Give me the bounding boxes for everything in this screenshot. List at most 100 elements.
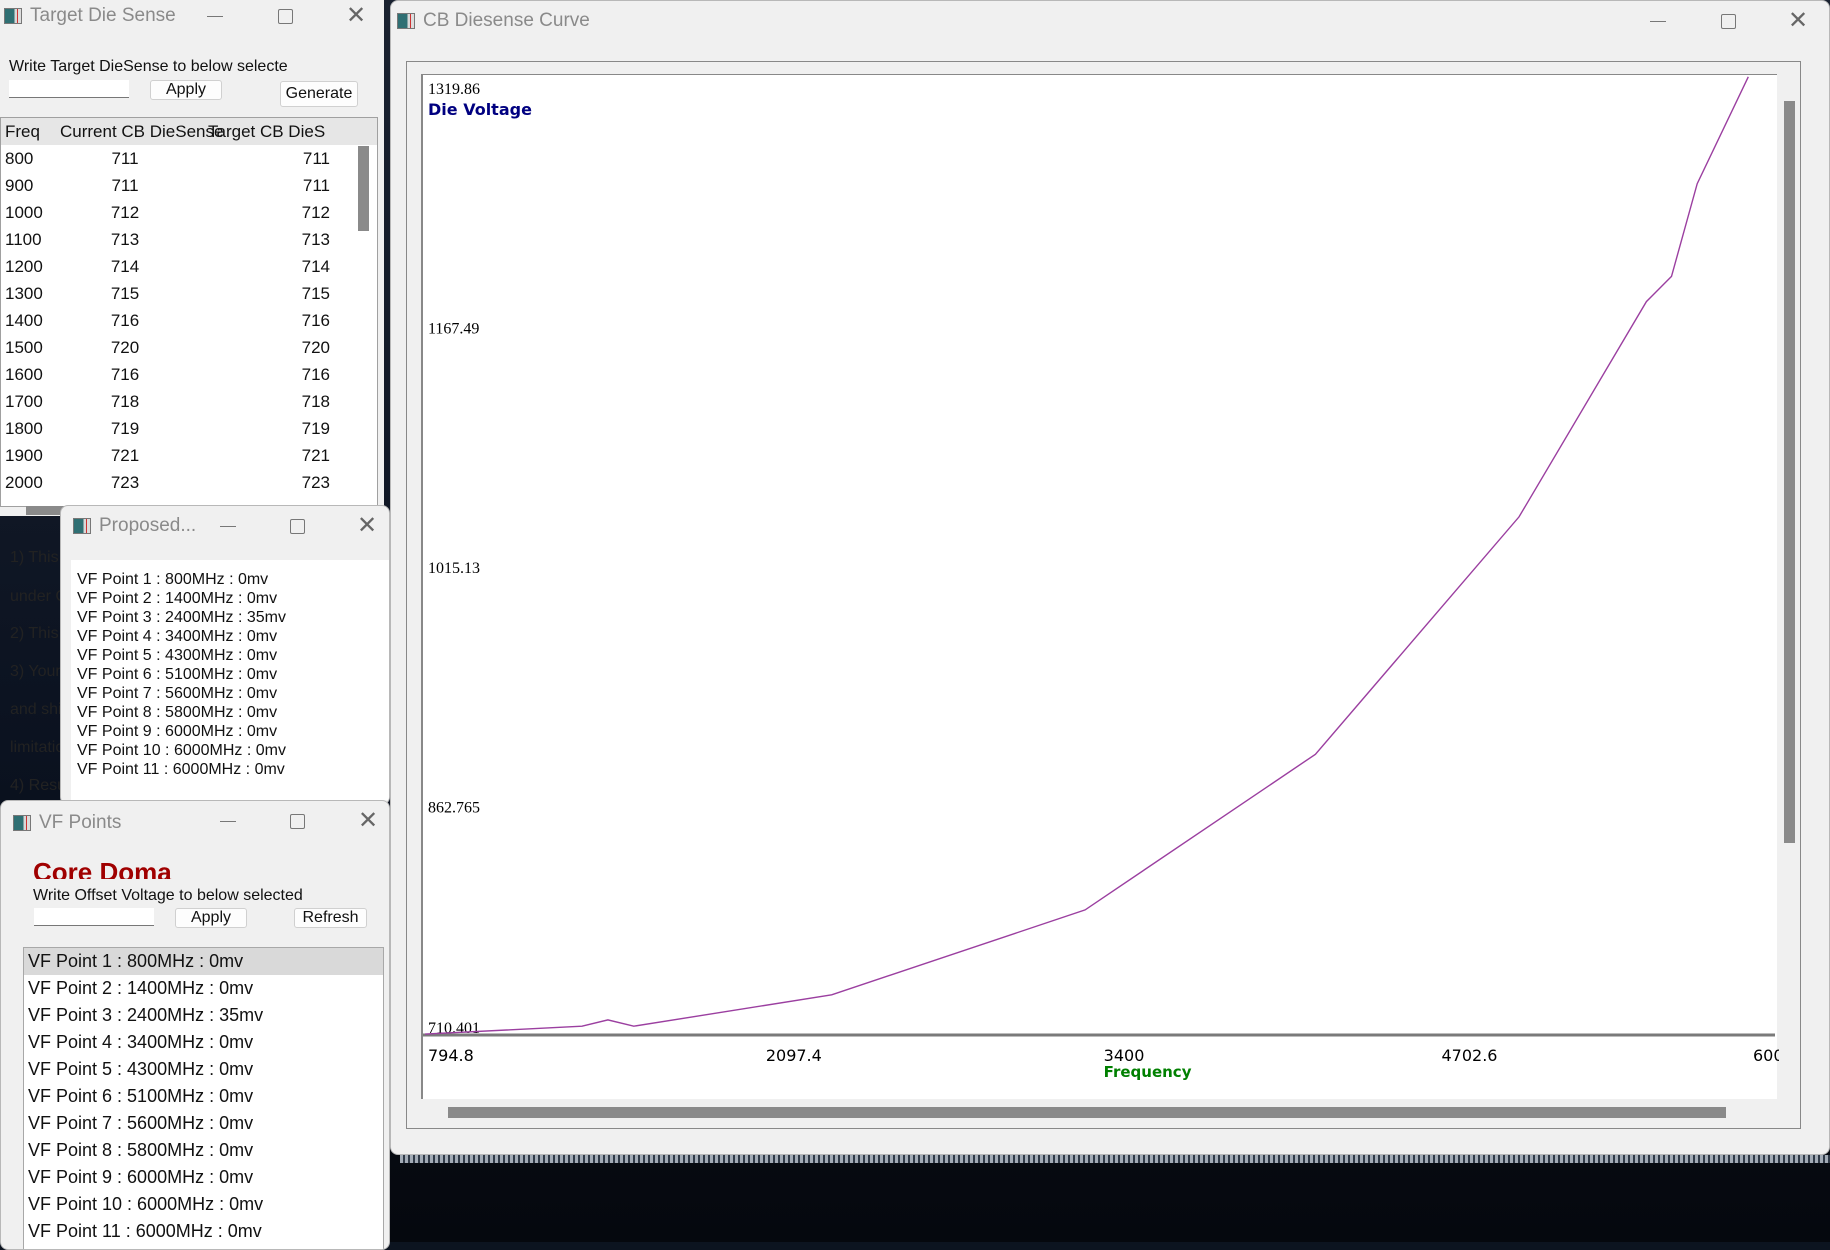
window-title: VF Points	[39, 812, 121, 834]
maximize-icon[interactable]	[1714, 7, 1742, 35]
table-row[interactable]: 900711711	[1, 172, 377, 199]
chart-svg: 1319.861167.491015.13862.765710.401Die V…	[423, 75, 1779, 1100]
app-icon	[4, 8, 22, 24]
list-item[interactable]: VF Point 5 : 4300MHz : 0mv	[24, 1056, 383, 1083]
column-header[interactable]: Freq	[1, 122, 60, 142]
column-header[interactable]: Target CB DieS	[190, 122, 340, 142]
table-cell: 800	[1, 149, 60, 169]
list-item[interactable]: VF Point 6 : 5100MHz : 0mv	[24, 1083, 383, 1110]
list-item: VF Point 4 : 3400MHz : 0mv	[71, 627, 390, 646]
x-tick-label: 2097.4	[766, 1046, 822, 1065]
note-line: 2) This	[10, 625, 59, 643]
table-cell: 711	[60, 176, 190, 196]
close-icon[interactable]: ✕	[342, 2, 370, 30]
close-icon[interactable]: ✕	[354, 807, 382, 835]
list-item: VF Point 9 : 6000MHz : 0mv	[71, 722, 390, 741]
target-die-sense-window: Target Die Sense ✕ Write Target DieSense…	[0, 0, 384, 516]
list-item[interactable]: VF Point 2 : 1400MHz : 0mv	[24, 975, 383, 1002]
table-cell: 2000	[1, 473, 60, 493]
list-item[interactable]: VF Point 3 : 2400MHz : 35mv	[24, 1002, 383, 1029]
list-item[interactable]: VF Point 7 : 5600MHz : 0mv	[24, 1110, 383, 1137]
list-item[interactable]: VF Point 8 : 5800MHz : 0mv	[24, 1137, 383, 1164]
list-item[interactable]: VF Point 11 : 6000MHz : 0mv	[24, 1218, 383, 1245]
table-cell: 1700	[1, 392, 60, 412]
table-cell: 1400	[1, 311, 60, 331]
table-cell: 1600	[1, 365, 60, 385]
table-cell: 1000	[1, 203, 60, 223]
note-line: and shi	[10, 701, 62, 719]
close-icon[interactable]: ✕	[1784, 7, 1812, 35]
list-item: VF Point 11 : 6000MHz : 0mv	[71, 760, 390, 779]
table-cell: 1800	[1, 419, 60, 439]
y-tick-label: 1015.13	[428, 560, 480, 577]
table-row[interactable]: 1000712712	[1, 199, 377, 226]
table-row[interactable]: 1700718718	[1, 388, 377, 415]
table-row[interactable]: 1600716716	[1, 361, 377, 388]
table-cell: 714	[190, 257, 340, 277]
minimize-icon[interactable]	[1644, 7, 1672, 35]
app-icon	[397, 13, 415, 29]
table-cell: 721	[190, 446, 340, 466]
list-item[interactable]: VF Point 10 : 6000MHz : 0mv	[24, 1191, 383, 1218]
table-row[interactable]: 1100713713	[1, 226, 377, 253]
vertical-scrollbar[interactable]	[1784, 101, 1795, 843]
table-cell: 716	[60, 311, 190, 331]
list-item: VF Point 8 : 5800MHz : 0mv	[71, 703, 390, 722]
table-cell: 1200	[1, 257, 60, 277]
table-row[interactable]: 1500720720	[1, 334, 377, 361]
apply-button[interactable]: Apply	[150, 80, 222, 100]
minimize-icon[interactable]	[214, 807, 242, 835]
close-icon[interactable]: ✕	[353, 512, 381, 540]
column-header[interactable]: Current CB DieSense	[60, 122, 190, 142]
list-item: VF Point 2 : 1400MHz : 0mv	[71, 589, 390, 608]
vf-points-window: VF Points ✕ Core Doma Write Offset Volta…	[0, 800, 390, 1250]
generate-button[interactable]: Generate	[280, 81, 358, 107]
maximize-icon[interactable]	[271, 2, 299, 30]
title-bar[interactable]: Proposed... ✕	[61, 506, 389, 546]
table-row[interactable]: 1800719719	[1, 415, 377, 442]
minimize-icon[interactable]	[214, 512, 242, 540]
table-cell: 720	[60, 338, 190, 358]
title-bar[interactable]: Target Die Sense ✕	[0, 0, 384, 36]
proposed-list: VF Point 1 : 800MHz : 0mvVF Point 2 : 14…	[71, 560, 390, 800]
title-bar[interactable]: VF Points ✕	[1, 801, 389, 845]
x-tick-label: 794.8	[428, 1046, 474, 1065]
x-tick-label: 600	[1753, 1046, 1779, 1065]
table-cell: 713	[190, 230, 340, 250]
table-cell: 712	[190, 203, 340, 223]
maximize-icon[interactable]	[283, 512, 311, 540]
minimize-icon[interactable]	[201, 2, 229, 30]
note-line: limitatio	[10, 739, 64, 757]
table-cell: 711	[190, 149, 340, 169]
list-item[interactable]: VF Point 4 : 3400MHz : 0mv	[24, 1029, 383, 1056]
table-cell: 713	[60, 230, 190, 250]
horizontal-scrollbar[interactable]	[448, 1107, 1726, 1118]
maximize-icon[interactable]	[283, 807, 311, 835]
table-cell: 723	[60, 473, 190, 493]
proposed-window: Proposed... ✕ VF Point 1 : 800MHz : 0mvV…	[60, 505, 390, 805]
x-tick-label: 4702.6	[1442, 1046, 1498, 1065]
table-row[interactable]: 1400716716	[1, 307, 377, 334]
section-heading: Core Doma	[33, 855, 172, 879]
apply-button[interactable]: Apply	[175, 908, 247, 928]
instruction-label: Write Target DieSense to below selecte	[9, 58, 288, 76]
window-title: Target Die Sense	[30, 5, 176, 27]
table-row[interactable]: 1900721721	[1, 442, 377, 469]
title-bar[interactable]: CB Diesense Curve ✕	[391, 1, 1829, 41]
table-cell: 716	[190, 365, 340, 385]
list-item[interactable]: VF Point 1 : 800MHz : 0mv	[24, 948, 383, 975]
list-item: VF Point 5 : 4300MHz : 0mv	[71, 646, 390, 665]
table-cell: 718	[60, 392, 190, 412]
table-cell: 900	[1, 176, 60, 196]
table-row[interactable]: 2000723723	[1, 469, 377, 496]
target-diesense-input[interactable]	[9, 80, 129, 98]
list-item[interactable]: VF Point 9 : 6000MHz : 0mv	[24, 1164, 383, 1191]
table-row[interactable]: 1200714714	[1, 253, 377, 280]
vertical-scrollbar[interactable]	[358, 146, 369, 231]
app-icon	[73, 518, 91, 534]
table-row[interactable]: 800711711	[1, 145, 377, 172]
table-cell: 715	[60, 284, 190, 304]
refresh-button[interactable]: Refresh	[294, 908, 367, 928]
offset-voltage-input[interactable]	[34, 908, 154, 926]
table-row[interactable]: 1300715715	[1, 280, 377, 307]
